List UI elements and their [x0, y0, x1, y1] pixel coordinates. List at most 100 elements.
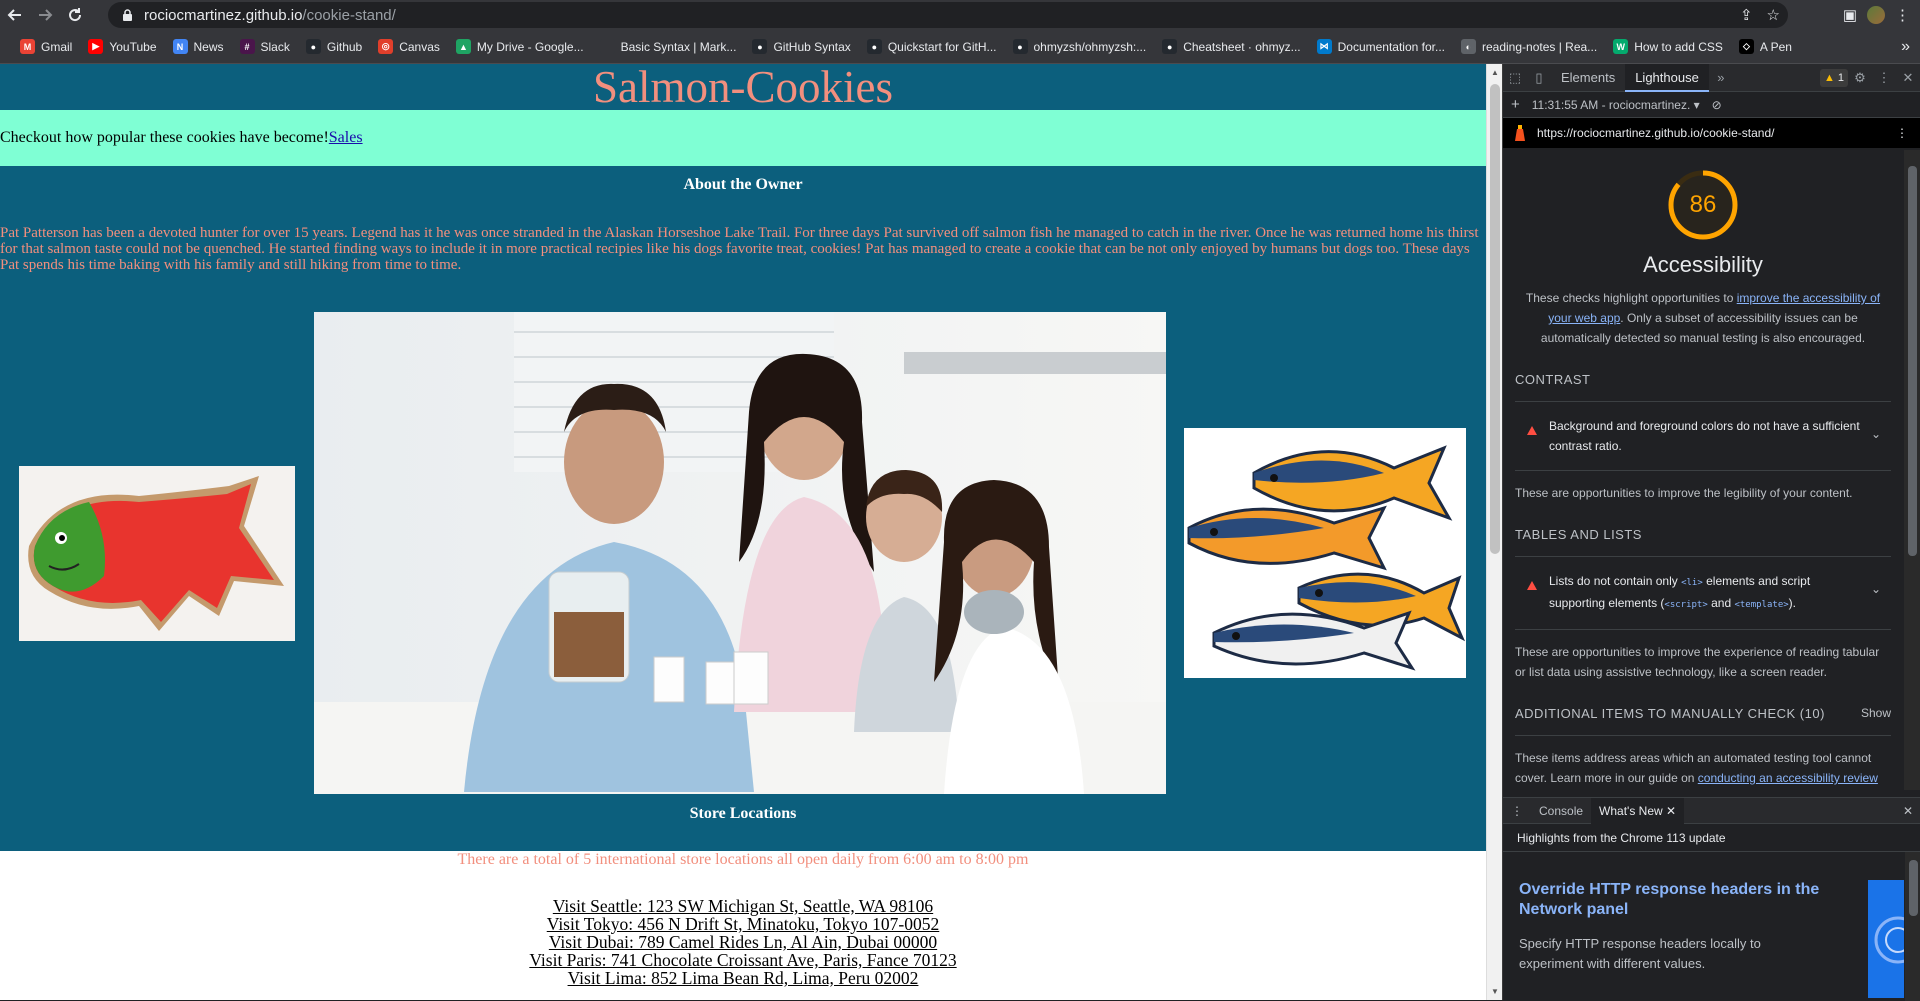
news-icon: N [172, 39, 188, 54]
back-arrow-icon [7, 9, 21, 21]
youtube-icon: ▶ [88, 39, 104, 54]
tab-console[interactable]: Console [1531, 798, 1591, 824]
close-drawer-icon[interactable]: ✕ [1903, 804, 1920, 818]
audit-lists[interactable]: Lists do not contain only <li> elements … [1515, 557, 1891, 630]
w3schools-icon: W [1613, 39, 1629, 54]
drive-icon: ▲ [455, 39, 471, 54]
drawer-scrollbar[interactable] [1905, 852, 1920, 1001]
bookmark-item[interactable]: ▶ YouTube [82, 34, 162, 60]
image-gallery [0, 312, 1486, 794]
tab-elements[interactable]: Elements [1551, 64, 1625, 92]
drawer-tabbar: ⋮ Console What's New ✕ ✕ [1503, 797, 1920, 824]
bookmark-item[interactable]: ● ohmyzsh/ohmyzsh:... [1007, 34, 1153, 60]
bookmark-item[interactable]: ◇ A Pen [1733, 34, 1798, 60]
devtools-panel: ⬚ ▯ Elements Lighthouse » ▲ 1 ⚙ ⋮ ✕ + 11:… [1502, 63, 1920, 1001]
report-scroll-thumb[interactable] [1908, 166, 1917, 556]
stores-heading: Store Locations [689, 805, 797, 822]
family-photo [314, 312, 1166, 794]
bookmark-item[interactable]: ⋈ Documentation for... [1311, 34, 1451, 60]
clear-icon[interactable]: ⊘ [1712, 98, 1722, 112]
score-gauge: 86 [1666, 168, 1740, 242]
bookmark-item[interactable]: N News [167, 34, 230, 60]
contrast-heading: CONTRAST [1515, 372, 1891, 402]
device-toolbar-icon[interactable]: ▯ [1527, 64, 1551, 92]
drawer-menu-icon[interactable]: ⋮ [1503, 798, 1531, 824]
report-url: https://rociocmartinez.github.io/cookie-… [1537, 126, 1775, 140]
whats-new-headline[interactable]: Override HTTP response headers in the Ne… [1519, 880, 1849, 920]
url-text: rociocmartinez.github.io/cookie-stand/ [144, 6, 396, 24]
tab-lighthouse[interactable]: Lighthouse [1625, 63, 1709, 92]
page-scroll-thumb[interactable] [1490, 84, 1500, 554]
whats-new-description: Specify HTTP response headers locally to… [1519, 936, 1761, 971]
store-address[interactable]: Visit Paris: 741 Chocolate Croissant Ave… [0, 951, 1486, 969]
more-tabs-icon[interactable]: » [1709, 64, 1733, 92]
devtools-drawer: ⋮ Console What's New ✕ ✕ Highlights from… [1503, 797, 1920, 1001]
share-icon[interactable]: ⇪ [1740, 6, 1753, 24]
bookmark-item[interactable]: ● Cheatsheet · ohmyz... [1156, 34, 1306, 60]
fail-icon [1527, 426, 1537, 435]
report-scrollbar[interactable] [1904, 150, 1920, 790]
bookmark-item[interactable]: ◐ reading-notes | Rea... [1455, 34, 1603, 60]
close-devtools-icon[interactable]: ✕ [1896, 64, 1920, 92]
whats-new-illustration [1868, 880, 1904, 998]
contrast-note: These are opportunities to improve the l… [1515, 486, 1853, 500]
salmon-fish-illustration [1184, 428, 1466, 678]
menu-kebab-icon[interactable]: ⋮ [1895, 6, 1910, 24]
store-address[interactable]: Visit Tokyo: 456 N Drift St, Minatoku, T… [0, 915, 1486, 933]
bookmark-item[interactable]: ● Github [300, 34, 368, 60]
whats-new-subtitle: Highlights from the Chrome 113 update [1503, 824, 1920, 852]
github-icon: ● [1012, 39, 1028, 54]
warning-badge[interactable]: ▲ 1 [1819, 68, 1848, 87]
store-address[interactable]: Visit Seattle: 123 SW Michigan St, Seatt… [0, 897, 1486, 915]
address-bar[interactable]: rociocmartinez.github.io/cookie-stand/ ⇪… [108, 2, 1788, 28]
fail-icon [1527, 581, 1537, 590]
tables-note: These are opportunities to improve the e… [1515, 645, 1880, 679]
category-description: These checks highlight opportunities to … [1525, 291, 1881, 345]
scroll-down-icon[interactable]: ▼ [1491, 987, 1499, 996]
reload-button[interactable] [60, 0, 90, 30]
manual-checks-heading: ADDITIONAL ITEMS TO MANUALLY CHECK (10) S… [1515, 706, 1891, 736]
bookmark-item[interactable]: # Slack [234, 34, 296, 60]
codepen-icon: ◇ [1738, 39, 1754, 54]
profile-avatar[interactable] [1865, 4, 1887, 26]
markdown-icon [599, 39, 615, 54]
page-scrollbar[interactable]: ▲ ▼ [1486, 64, 1502, 1000]
devtools-menu-icon[interactable]: ⋮ [1872, 64, 1896, 92]
inspect-icon[interactable]: ⬚ [1503, 64, 1527, 92]
tab-whats-new[interactable]: What's New ✕ [1591, 797, 1685, 824]
banner-text: Checkout how popular these cookies have … [0, 129, 329, 146]
more-bookmarks-icon[interactable]: » [1901, 38, 1910, 56]
bookmark-item[interactable]: ● GitHub Syntax [746, 34, 856, 60]
sidepanel-icon[interactable]: ▣ [1843, 6, 1857, 24]
report-menu-icon[interactable]: ⋮ [1896, 126, 1920, 140]
github-icon: ● [866, 39, 882, 54]
bookmark-item[interactable]: Basic Syntax | Mark... [594, 34, 743, 60]
bookmark-item[interactable]: ◎ Canvas [372, 34, 446, 60]
bookmark-item[interactable]: ▲ My Drive - Google... [450, 34, 590, 60]
lighthouse-toolbar: + 11:31:55 AM - rociocmartinez. ▾ ⊘ [1503, 92, 1920, 118]
bookmark-star-icon[interactable]: ☆ [1767, 6, 1780, 24]
bookmark-item[interactable]: ● Quickstart for GitH... [861, 34, 1003, 60]
store-address[interactable]: Visit Lima: 852 Lima Bean Rd, Lima, Peru… [0, 969, 1486, 987]
audit-contrast[interactable]: Background and foreground colors do not … [1515, 402, 1891, 471]
settings-gear-icon[interactable]: ⚙ [1848, 64, 1872, 92]
github-icon: ● [752, 39, 768, 54]
drawer-scroll-thumb[interactable] [1909, 860, 1918, 916]
accessibility-review-link[interactable]: conducting an accessibility review [1698, 771, 1878, 785]
close-tab-icon[interactable]: ✕ [1666, 804, 1676, 818]
scroll-up-icon[interactable]: ▲ [1491, 68, 1499, 77]
show-manual-button[interactable]: Show [1861, 706, 1891, 721]
new-report-icon[interactable]: + [1511, 96, 1520, 113]
sales-link[interactable]: Sales [329, 129, 363, 147]
bookmark-item[interactable]: M Gmail [14, 34, 78, 60]
bookmark-item[interactable]: W How to add CSS [1607, 34, 1729, 60]
forward-button[interactable] [30, 0, 60, 30]
store-address[interactable]: Visit Dubai: 789 Camel Rides Ln, Al Ain,… [0, 933, 1486, 951]
report-selector[interactable]: 11:31:55 AM - rociocmartinez. ▾ [1532, 98, 1700, 112]
stores-section: There are a total of 5 international sto… [0, 851, 1486, 987]
site-header: Salmon-Cookies [0, 64, 1486, 110]
score-value: 86 [1689, 191, 1717, 218]
owner-bio: Pat Patterson has been a devoted hunter … [0, 225, 1479, 273]
store-address-list: Visit Seattle: 123 SW Michigan St, Seatt… [0, 897, 1486, 987]
back-button[interactable] [0, 0, 30, 30]
